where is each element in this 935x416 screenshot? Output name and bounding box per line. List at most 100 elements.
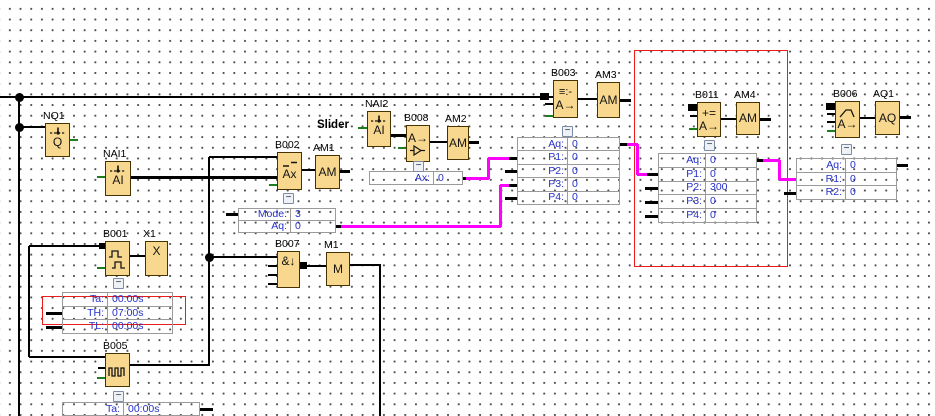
block-B005[interactable]	[105, 353, 130, 387]
block-NAI2[interactable]: AI	[367, 111, 391, 147]
analog-reference-wire[interactable]	[778, 160, 781, 180]
param-value[interactable]: 00:00s	[108, 321, 172, 332]
wire-segment[interactable]	[46, 312, 62, 315]
wire-segment[interactable]	[900, 116, 911, 119]
wire-segment[interactable]	[302, 169, 315, 171]
wire-segment[interactable]	[130, 364, 210, 366]
wire-segment[interactable]	[827, 113, 835, 115]
param-box-b005-params[interactable]: Ta:00:00s	[62, 402, 200, 416]
param-box-b001-params[interactable]: Ta:00:00sTH:07:00sTL:00:00s	[62, 292, 173, 334]
wire-segment[interactable]	[98, 367, 105, 369]
collapse-button[interactable]: −	[704, 140, 715, 151]
wire-segment[interactable]	[268, 283, 277, 285]
param-box-b011-params[interactable]: Aq:0P1:0P2:300P3:0P4:0	[658, 153, 757, 223]
wire-segment[interactable]	[720, 118, 736, 120]
wire-segment[interactable]	[200, 408, 213, 411]
wire-segment[interactable]	[505, 197, 517, 200]
param-box-b006-params[interactable]: Aq:0R1:0R2:0	[796, 158, 897, 200]
wire-segment[interactable]	[827, 121, 835, 123]
wire-segment[interactable]	[430, 141, 447, 143]
wire-segment[interactable]	[268, 274, 277, 276]
block-B011[interactable]: +=A→	[697, 102, 721, 137]
wire-segment[interactable]	[131, 176, 277, 179]
param-value[interactable]: 0	[568, 166, 619, 177]
param-box-b008-params[interactable]: Ax:0	[369, 171, 463, 185]
wire-segment[interactable]	[645, 215, 658, 218]
wire-segment[interactable]	[646, 173, 658, 176]
block-B006[interactable]: A→	[835, 101, 860, 138]
collapse-button[interactable]: −	[841, 144, 852, 155]
analog-reference-wire[interactable]	[636, 144, 639, 175]
wire-segment[interactable]	[350, 264, 381, 266]
param-value[interactable]: 0	[291, 221, 335, 232]
block-M1[interactable]: M	[326, 252, 350, 286]
open-pin-stub[interactable]	[358, 127, 367, 129]
open-pin-stub[interactable]	[545, 115, 553, 117]
param-value[interactable]: 0	[568, 152, 619, 163]
wire-segment[interactable]	[29, 356, 105, 358]
param-value[interactable]: 0	[568, 192, 619, 203]
block-AM1[interactable]: AM	[315, 155, 340, 189]
collapse-button[interactable]: −	[283, 193, 294, 204]
analog-reference-wire[interactable]	[466, 177, 489, 180]
param-value[interactable]: 0	[706, 169, 756, 180]
param-value[interactable]: 0	[706, 155, 756, 166]
wire-segment[interactable]	[18, 97, 20, 416]
param-value[interactable]: 00:00s	[124, 404, 199, 415]
analog-reference-wire[interactable]	[499, 185, 502, 227]
param-value[interactable]: 0	[434, 173, 462, 184]
param-value[interactable]: 00:00s	[108, 294, 172, 305]
wire-segment[interactable]	[860, 117, 875, 119]
block-B008[interactable]: A→	[406, 125, 430, 162]
param-value[interactable]: 3	[291, 209, 335, 220]
analog-reference-wire[interactable]	[488, 157, 509, 160]
wire-segment[interactable]	[545, 103, 553, 105]
open-pin-stub[interactable]	[97, 267, 105, 269]
block-NQ1[interactable]: Q	[45, 123, 70, 157]
param-value[interactable]: 0	[706, 196, 756, 207]
wire-segment[interactable]	[505, 170, 517, 173]
param-value[interactable]: 07:00s	[108, 308, 172, 319]
analog-reference-wire[interactable]	[637, 173, 647, 176]
wire-segment[interactable]	[645, 201, 658, 204]
block-AM3[interactable]: AM	[597, 82, 620, 118]
param-value[interactable]: 0	[706, 210, 756, 221]
analog-reference-wire[interactable]	[487, 158, 490, 179]
param-box-b003-params[interactable]: Aq:0P1:0P2:0P3:0P4:0	[517, 137, 620, 205]
open-pin-stub[interactable]	[97, 176, 105, 178]
param-box-b002-params[interactable]: Mode:3Aq:0	[238, 208, 336, 233]
wire-segment[interactable]	[29, 245, 101, 247]
param-value[interactable]: 0	[846, 187, 896, 198]
wire-segment[interactable]	[390, 134, 406, 137]
block-AM4[interactable]: AM	[736, 102, 760, 135]
analog-reference-wire[interactable]	[341, 225, 501, 228]
collapse-button[interactable]: −	[413, 161, 424, 172]
param-value[interactable]: 0	[568, 179, 619, 190]
wire-segment[interactable]	[508, 157, 517, 160]
wire-segment[interactable]	[379, 265, 381, 416]
open-pin-stub[interactable]	[827, 130, 835, 132]
open-pin-stub[interactable]	[97, 377, 105, 379]
block-B001[interactable]	[105, 241, 130, 276]
wire-segment[interactable]	[209, 156, 277, 158]
wire-segment[interactable]	[784, 192, 796, 195]
param-value[interactable]: 0	[846, 160, 896, 171]
open-pin-stub[interactable]	[398, 147, 406, 149]
param-value[interactable]: 0	[846, 174, 896, 185]
collapse-button[interactable]: −	[562, 126, 573, 137]
wire-segment[interactable]	[620, 99, 631, 102]
wire-segment[interactable]	[508, 184, 517, 187]
analog-reference-wire[interactable]	[500, 184, 509, 187]
wire-segment[interactable]	[268, 265, 277, 267]
wire-segment[interactable]	[690, 115, 697, 117]
block-AM2[interactable]: AM	[447, 126, 469, 160]
block-X1[interactable]: X	[145, 241, 168, 276]
wire-segment[interactable]	[340, 170, 350, 173]
wire-segment[interactable]	[0, 96, 553, 98]
wire-segment[interactable]	[46, 326, 62, 329]
block-B007[interactable]: &↓	[277, 251, 300, 288]
wire-segment[interactable]	[469, 141, 479, 144]
wire-segment[interactable]	[645, 187, 658, 190]
collapse-button[interactable]: −	[113, 278, 124, 289]
block-B003[interactable]: ≡:-A→	[553, 80, 578, 118]
